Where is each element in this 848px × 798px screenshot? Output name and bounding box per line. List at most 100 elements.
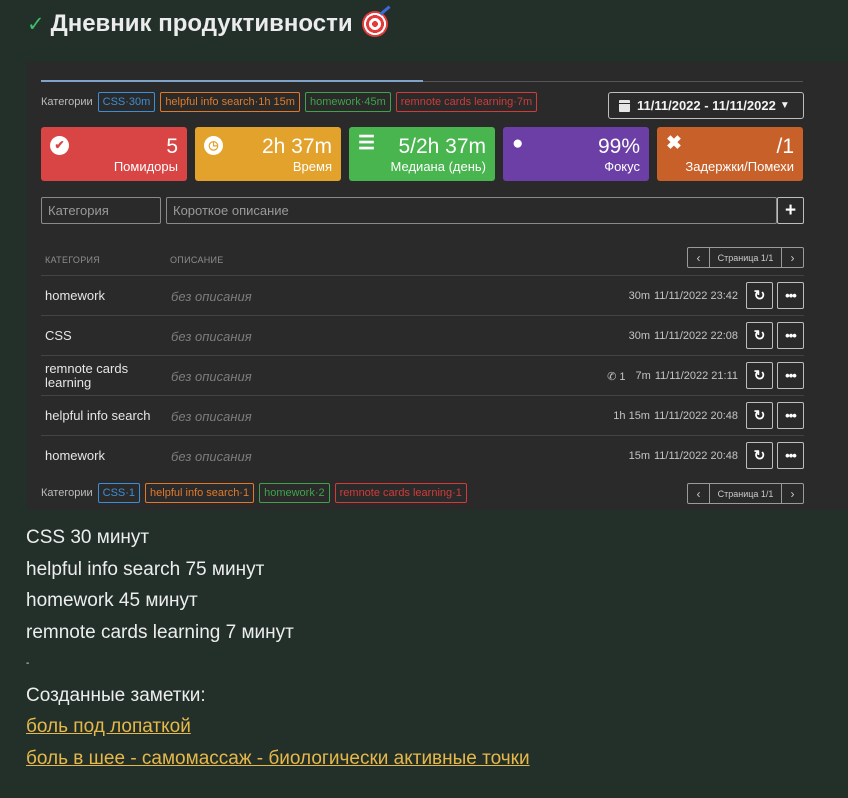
note-line: CSS 30 минут: [26, 527, 150, 548]
row-duration: 15m: [628, 450, 650, 462]
check-circle-icon: ✔: [50, 135, 69, 155]
category-chip[interactable]: CSS·1: [97, 483, 141, 503]
table-row: homework без описания 30m 11/11/2022 23:42 ↻…: [41, 275, 804, 315]
restart-button[interactable]: ↻: [746, 402, 773, 429]
pager-prev-button[interactable]: ‹: [688, 484, 709, 503]
interruptions: ✆ 1: [607, 370, 625, 383]
row-duration: 1h 15m: [613, 410, 650, 422]
category-chip[interactable]: helpful info search·1h 15m: [160, 92, 300, 112]
category-input[interactable]: Категория: [41, 197, 161, 224]
ellipsis-icon: •••: [785, 328, 797, 343]
restart-button[interactable]: ↻: [746, 322, 773, 349]
category-chip[interactable]: CSS·30m: [97, 92, 156, 112]
stat-card: ◷ 2h 37m Время: [195, 127, 341, 181]
row-datetime: 11/11/2022 23:42: [653, 290, 738, 302]
column-header-category: КАТЕГОРИЯ: [45, 255, 101, 265]
row-category: homework: [45, 288, 105, 303]
category-chip[interactable]: helpful info search·1: [145, 483, 255, 503]
row-duration: 7m: [635, 370, 651, 382]
lightbulb-icon: ●: [512, 133, 524, 154]
ellipsis-icon: •••: [785, 368, 797, 383]
category-summary-top: Категории CSS·30m helpful info search·1h …: [41, 92, 542, 112]
note-link-line: боль в шее - самомассаж - биологически а…: [26, 743, 530, 775]
row-description: без описания: [171, 368, 252, 384]
stat-card: ✖ /1 Задержки/Помехи: [657, 127, 803, 181]
table-row: homework без описания 15m 11/11/2022 20:48 ↻…: [41, 435, 804, 475]
pager-next-button[interactable]: ›: [782, 248, 803, 267]
description-input[interactable]: Короткое описание: [166, 197, 777, 224]
note-link[interactable]: боль в шее - самомассаж - биологически а…: [26, 748, 530, 769]
pager-bottom: ‹ Страница 1/1 ›: [687, 483, 804, 504]
category-chip[interactable]: remnote cards learning·1: [334, 483, 467, 503]
stat-card: ☰ 5/2h 37m Медиана (день): [349, 127, 495, 181]
chevron-down-icon: ▼: [779, 100, 790, 111]
categories-label: Категории: [41, 487, 93, 499]
table-row: CSS без описания 30m 11/11/2022 22:08 ↻ •••: [41, 315, 804, 355]
redo-icon: ↻: [753, 287, 766, 303]
date-range-picker[interactable]: 11/11/2022 - 11/11/2022 ▼: [608, 92, 804, 119]
more-options-button[interactable]: •••: [777, 322, 804, 349]
stat-card: ● 99% Фокус: [503, 127, 649, 181]
row-meta: ✆ 1 7m 11/11/2022 21:11: [607, 356, 738, 396]
row-datetime: 11/11/2022 20:48: [653, 410, 738, 422]
row-meta: 30m 11/11/2022 23:42: [629, 276, 738, 316]
page-title: ✓ Дневник продуктивности: [27, 9, 388, 39]
redo-icon: ↻: [753, 327, 766, 343]
stat-value: 5: [166, 135, 178, 158]
list-icon: ☰: [358, 133, 376, 154]
categories-label: Категории: [41, 96, 93, 108]
checkmark-icon: ✓: [27, 12, 45, 36]
row-description: без описания: [171, 408, 252, 424]
more-options-button[interactable]: •••: [777, 442, 804, 469]
row-category: CSS: [45, 328, 72, 343]
more-options-button[interactable]: •••: [777, 402, 804, 429]
row-duration: 30m: [628, 330, 650, 342]
row-description: без описания: [171, 448, 252, 464]
row-description: без описания: [171, 328, 252, 344]
ellipsis-icon: •••: [785, 448, 797, 463]
note-line: remnote cards learning 7 минут: [26, 621, 294, 643]
category-summary-bottom: Категории CSS·1 helpful info search·1 home…: [41, 483, 472, 503]
plus-icon: +: [784, 199, 797, 221]
calendar-icon: [619, 99, 630, 112]
note-line: homework 45 минут: [26, 590, 198, 611]
note-line: helpful info search 75 минут: [26, 558, 265, 580]
add-entry-button[interactable]: +: [777, 197, 804, 224]
note-link[interactable]: боль под лопаткой: [26, 716, 191, 737]
pager-prev-button[interactable]: ‹: [688, 248, 709, 267]
notes-section: CSS 30 минут helpful info search 75 минут…: [26, 522, 530, 774]
more-options-button[interactable]: •••: [777, 282, 804, 309]
category-input-placeholder: Категория: [48, 203, 109, 218]
tab-underline-active: [41, 80, 423, 82]
target-icon: [361, 11, 388, 37]
table-row: remnote cards learning без описания ✆ 1 7m 1…: [41, 355, 804, 395]
category-chip[interactable]: remnote cards learning·7m: [395, 92, 538, 112]
category-chip[interactable]: homework·2: [259, 483, 330, 503]
clock-icon-shape: ◷: [204, 136, 223, 155]
pomodoro-stats-panel: Категории CSS·30m helpful info search·1h …: [27, 62, 848, 510]
stat-label: Помидоры: [113, 159, 178, 174]
pager-next-button[interactable]: ›: [782, 484, 803, 503]
note-line: Созданные заметки:: [26, 684, 206, 706]
redo-icon: ↻: [753, 407, 766, 423]
ellipsis-icon: •••: [785, 288, 797, 303]
pager-label: Страница 1/1: [709, 484, 782, 503]
interruption-count: 1: [619, 370, 626, 383]
note-line: -: [26, 658, 30, 669]
category-chip[interactable]: homework·45m: [304, 92, 391, 112]
stat-value: /1: [776, 135, 794, 158]
restart-button[interactable]: ↻: [746, 362, 773, 389]
stat-label: Фокус: [604, 159, 640, 174]
column-header-description: ОПИСАНИЕ: [170, 255, 224, 265]
clock-icon: ◷: [204, 135, 223, 155]
x-icon: ✖: [666, 133, 682, 154]
stat-label: Время: [292, 159, 332, 174]
more-options-button[interactable]: •••: [777, 362, 804, 389]
restart-button[interactable]: ↻: [746, 282, 773, 309]
description-input-placeholder: Короткое описание: [173, 203, 289, 218]
row-meta: 1h 15m 11/11/2022 20:48: [613, 396, 738, 436]
row-datetime: 11/11/2022 20:48: [653, 450, 738, 462]
restart-button[interactable]: ↻: [746, 442, 773, 469]
row-category: homework: [45, 448, 105, 463]
row-datetime: 11/11/2022 21:11: [654, 370, 738, 382]
